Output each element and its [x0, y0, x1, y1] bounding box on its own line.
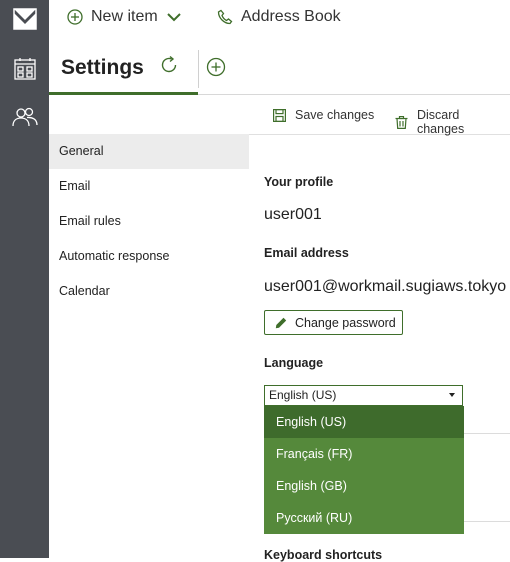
action-bar: Save changes Discard changes	[49, 100, 510, 136]
tab-strip: Settings	[49, 44, 510, 95]
language-select-value: English (US)	[269, 388, 337, 402]
language-option-ru[interactable]: Русский (RU)	[264, 502, 464, 534]
save-changes-label: Save changes	[295, 108, 375, 122]
language-option-en-us[interactable]: English (US)	[264, 406, 464, 438]
sidebar-item-general[interactable]: General	[49, 134, 249, 169]
address-book-label: Address Book	[241, 8, 341, 25]
sidebar-item-email-rules[interactable]: Email rules	[49, 204, 249, 239]
section-divider	[464, 433, 510, 434]
tab-settings[interactable]: Settings	[49, 44, 198, 95]
save-icon	[273, 108, 286, 122]
address-book-button[interactable]: Address Book	[217, 8, 341, 26]
language-heading: Language	[264, 356, 324, 370]
trash-icon	[395, 115, 408, 129]
app-rail	[0, 0, 49, 558]
new-item-label: New item	[91, 8, 158, 25]
language-option-fr[interactable]: Français (FR)	[264, 438, 464, 470]
mail-icon[interactable]	[12, 6, 38, 32]
username-value: user001	[264, 206, 322, 223]
profile-heading: Your profile	[264, 175, 334, 189]
add-tab-icon[interactable]	[206, 57, 226, 82]
save-changes-button[interactable]: Save changes	[273, 108, 374, 122]
refresh-icon[interactable]	[159, 55, 179, 80]
language-dropdown: English (US) Français (FR) English (GB) …	[264, 406, 464, 534]
tab-separator	[198, 50, 199, 88]
sidebar-item-automatic-response[interactable]: Automatic response	[49, 239, 249, 274]
language-option-en-gb[interactable]: English (GB)	[264, 470, 464, 502]
keyboard-shortcuts-heading: Keyboard shortcuts	[264, 548, 383, 562]
pencil-icon	[275, 317, 287, 328]
language-select[interactable]: English (US)	[264, 385, 463, 406]
sidebar-item-email[interactable]: Email	[49, 169, 249, 204]
plus-circle-icon	[67, 9, 83, 25]
change-password-label: Change password	[295, 315, 396, 330]
tab-title: Settings	[61, 56, 144, 79]
change-password-button[interactable]: Change password	[264, 310, 403, 335]
contacts-icon[interactable]	[12, 104, 38, 130]
email-heading: Email address	[264, 246, 349, 260]
chevron-down-icon[interactable]	[166, 11, 182, 23]
discard-changes-button[interactable]: Discard changes	[395, 108, 510, 136]
calendar-icon[interactable]	[12, 56, 38, 82]
discard-changes-label: Discard changes	[416, 108, 465, 136]
settings-sidebar: General Email Email rules Automatic resp…	[49, 134, 249, 309]
phone-icon	[217, 9, 233, 25]
top-bar: New item Address Book	[49, 0, 510, 38]
new-item-button[interactable]: New item	[67, 8, 182, 26]
caret-down-icon	[449, 393, 455, 397]
email-value: user001@workmail.sugiaws.tokyo	[264, 278, 507, 295]
sidebar-item-calendar[interactable]: Calendar	[49, 274, 249, 309]
section-divider	[464, 521, 510, 522]
